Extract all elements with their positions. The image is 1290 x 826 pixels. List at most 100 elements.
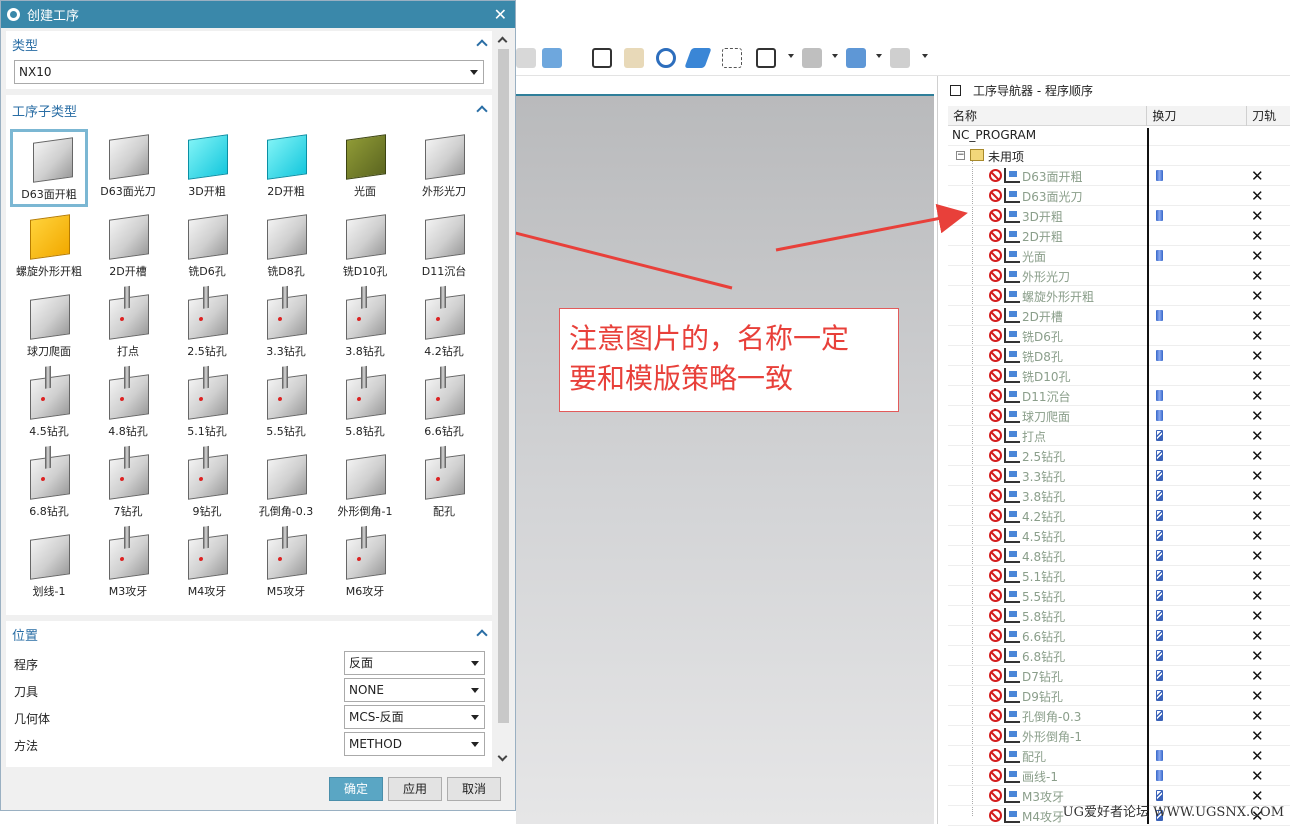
tree-root-row[interactable]: NC_PROGRAM [948,126,1290,146]
view-dropdown-icon[interactable] [876,54,882,58]
subtype-tile[interactable]: 2D开槽 [89,209,167,287]
operation-row[interactable]: D11沉台 ✕ [948,386,1290,406]
subtype-tile[interactable]: 配孔 [405,449,483,527]
subtype-tile[interactable]: 螺旋外形开粗 [10,209,88,287]
fit-view-icon[interactable] [756,48,776,68]
orient-dropdown-icon[interactable] [922,54,928,58]
subtype-tile[interactable]: 3D开粗 [168,129,246,207]
shaded-view-icon[interactable] [516,48,536,68]
operation-row[interactable]: 铣D10孔 ✕ [948,366,1290,386]
tree-group-row[interactable]: − 未用项 [948,146,1290,166]
subtype-tile[interactable]: D11沉台 [405,209,483,287]
operation-row[interactable]: D9钻孔 ✕ [948,686,1290,706]
orient-icon[interactable] [890,48,910,68]
subtype-tile[interactable]: M3攻牙 [89,529,167,607]
operation-row[interactable]: 画线-1 ✕ [948,766,1290,786]
cube-view-icon[interactable] [542,48,562,68]
subtype-tile[interactable]: 铣D10孔 [326,209,404,287]
operation-row[interactable]: 光面 ✕ [948,246,1290,266]
chevron-up-icon[interactable] [476,629,488,641]
close-icon[interactable]: ✕ [494,5,507,24]
chevron-up-icon[interactable] [476,105,488,117]
operation-row[interactable]: 4.2钻孔 ✕ [948,506,1290,526]
operation-row[interactable]: 打点 ✕ [948,426,1290,446]
operation-row[interactable]: 铣D8孔 ✕ [948,346,1290,366]
fit-dropdown-icon[interactable] [788,54,794,58]
operation-row[interactable]: 6.6钻孔 ✕ [948,626,1290,646]
operation-row[interactable]: 3.3钻孔 ✕ [948,466,1290,486]
subtype-tile[interactable]: M6攻牙 [326,529,404,607]
subtype-tile[interactable]: 球刀爬面 [10,289,88,367]
chevron-up-icon[interactable] [476,39,488,51]
subtype-tile[interactable]: 6.8钻孔 [10,449,88,527]
dialog-scrollbar[interactable] [495,31,512,769]
scroll-down-icon[interactable] [497,751,508,762]
subtype-tile[interactable]: 光面 [326,129,404,207]
operation-row[interactable]: 2D开槽 ✕ [948,306,1290,326]
subtype-tile[interactable]: 铣D8孔 [247,209,325,287]
operation-row[interactable]: 铣D6孔 ✕ [948,326,1290,346]
subtype-tile[interactable]: M5攻牙 [247,529,325,607]
subtype-tile[interactable]: 外形光刀 [405,129,483,207]
subtype-tile[interactable]: 9钻孔 [168,449,246,527]
operation-row[interactable]: 外形光刀 ✕ [948,266,1290,286]
subtype-tile[interactable]: 3.8钻孔 [326,289,404,367]
render-style-icon[interactable] [802,48,822,68]
geometry-select[interactable]: MCS-反面 [344,705,485,729]
operation-row[interactable]: 球刀爬面 ✕ [948,406,1290,426]
render-dropdown-icon[interactable] [832,54,838,58]
operation-row[interactable]: 5.1钻孔 ✕ [948,566,1290,586]
solid-view-icon[interactable] [846,48,866,68]
graphics-window[interactable] [516,96,934,824]
subtype-tile[interactable]: 铣D6孔 [168,209,246,287]
tool-select[interactable]: NONE [344,678,485,702]
operation-row[interactable]: 2.5钻孔 ✕ [948,446,1290,466]
subtype-tile[interactable]: D63面开粗 [10,129,88,207]
operation-row[interactable]: 4.8钻孔 ✕ [948,546,1290,566]
column-name[interactable]: 名称 [948,106,1148,126]
rotate-icon[interactable] [656,48,676,68]
subtype-tile[interactable]: 5.5钻孔 [247,369,325,447]
operation-row[interactable]: 5.8钻孔 ✕ [948,606,1290,626]
apply-button[interactable]: 应用 [388,777,442,801]
subtype-tile[interactable]: 孔倒角-0.3 [247,449,325,527]
subtype-tile[interactable]: 4.8钻孔 [89,369,167,447]
column-tool-change[interactable]: 换刀 [1147,106,1248,126]
subtype-tile[interactable]: 5.8钻孔 [326,369,404,447]
type-select[interactable]: NX10 [14,60,484,84]
subtype-tile[interactable]: M4攻牙 [168,529,246,607]
subtype-tile[interactable]: 打点 [89,289,167,367]
subtype-tile[interactable]: 4.5钻孔 [10,369,88,447]
operation-row[interactable]: D63面开粗 ✕ [948,166,1290,186]
scroll-up-icon[interactable] [497,36,508,47]
scroll-thumb[interactable] [498,49,509,723]
zoom-fit-icon[interactable] [592,48,612,68]
subtype-tile[interactable]: 4.2钻孔 [405,289,483,367]
operation-row[interactable]: 3.8钻孔 ✕ [948,486,1290,506]
operation-row[interactable]: 2D开粗 ✕ [948,226,1290,246]
cancel-button[interactable]: 取消 [447,777,501,801]
subtype-tile[interactable]: 外形倒角-1 [326,449,404,527]
ok-button[interactable]: 确定 [329,777,383,801]
operation-row[interactable]: 孔倒角-0.3 ✕ [948,706,1290,726]
operation-row[interactable]: 螺旋外形开粗 ✕ [948,286,1290,306]
subtype-tile[interactable]: 7钻孔 [89,449,167,527]
operation-row[interactable]: D7钻孔 ✕ [948,666,1290,686]
maximize-icon[interactable] [950,84,961,96]
dialog-title-bar[interactable]: 创建工序 ✕ [1,1,515,28]
subtype-tile[interactable]: 3.3钻孔 [247,289,325,367]
operation-row[interactable]: 配孔 ✕ [948,746,1290,766]
operation-row[interactable]: D63面光刀 ✕ [948,186,1290,206]
operation-row[interactable]: 外形倒角-1 ✕ [948,726,1290,746]
method-select[interactable]: METHOD [344,732,485,756]
pan-hand-icon[interactable] [624,48,644,68]
operation-row[interactable]: 5.5钻孔 ✕ [948,586,1290,606]
pencil-icon[interactable] [684,48,712,68]
program-select[interactable]: 反面 [344,651,485,675]
operation-row[interactable]: 3D开粗 ✕ [948,206,1290,226]
clip-icon[interactable] [722,48,742,68]
operation-row[interactable]: 4.5钻孔 ✕ [948,526,1290,546]
column-path[interactable]: 刀轨 [1247,106,1290,126]
subtype-tile[interactable]: 6.6钻孔 [405,369,483,447]
operation-row[interactable]: 6.8钻孔 ✕ [948,646,1290,666]
